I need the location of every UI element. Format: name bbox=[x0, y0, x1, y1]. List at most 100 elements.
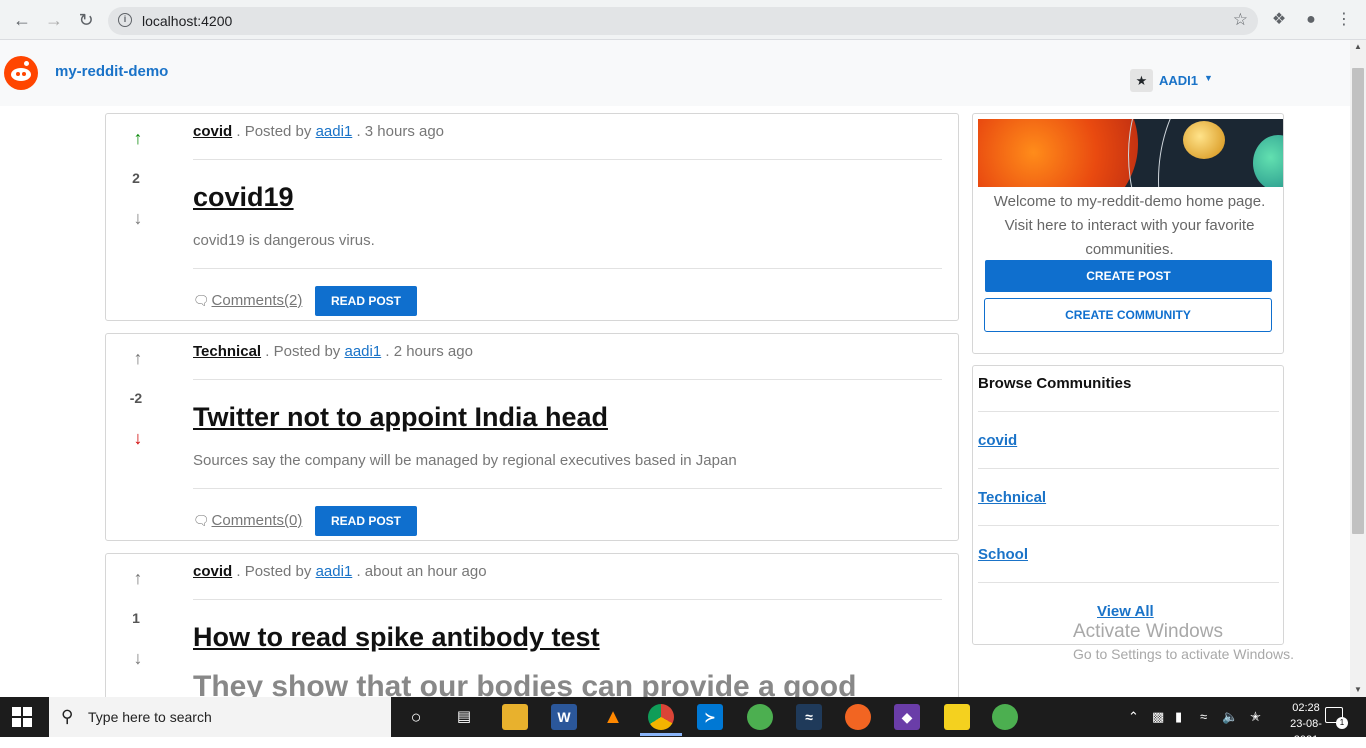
post-title[interactable]: How to read spike antibody test bbox=[193, 622, 600, 653]
vlc-icon[interactable]: ▲ bbox=[600, 704, 626, 730]
divider bbox=[193, 379, 942, 380]
chrome-icon[interactable] bbox=[648, 704, 674, 730]
downvote-icon[interactable]: ↓ bbox=[126, 648, 150, 668]
downvote-icon[interactable]: ↓ bbox=[126, 208, 150, 228]
divider bbox=[193, 159, 942, 160]
subreddit-link[interactable]: Technical bbox=[193, 343, 261, 360]
username[interactable]: AADI1 bbox=[1159, 73, 1198, 88]
volume-icon[interactable]: 🔈 bbox=[1222, 709, 1238, 725]
post-meta: covid . Posted by aadi1 . 3 hours ago bbox=[193, 123, 444, 140]
divider bbox=[193, 488, 942, 489]
divider bbox=[978, 582, 1279, 583]
taskbar-clock[interactable]: 02:28 23-08-2021 bbox=[1284, 700, 1328, 748]
brand-link[interactable]: my-reddit-demo bbox=[55, 63, 168, 80]
divider bbox=[978, 411, 1279, 412]
forward-icon[interactable]: → bbox=[42, 8, 66, 32]
comments-link[interactable]: 🗨 Comments(2) bbox=[193, 292, 302, 309]
posted-by-label: . Posted by bbox=[236, 123, 312, 140]
space-banner-image bbox=[978, 119, 1283, 187]
taskbar-search-placeholder[interactable]: Type here to search bbox=[88, 709, 212, 725]
vote-count: -2 bbox=[129, 390, 143, 406]
divider bbox=[193, 268, 942, 269]
vote-count: 1 bbox=[132, 610, 140, 626]
post-meta: Technical . Posted by aadi1 . 2 hours ag… bbox=[193, 343, 473, 360]
author-link[interactable]: aadi1 bbox=[316, 563, 353, 580]
browse-title: Browse Communities bbox=[978, 375, 1132, 392]
word-icon[interactable]: W bbox=[551, 704, 577, 730]
git-icon[interactable]: ◆ bbox=[894, 704, 920, 730]
activate-windows-watermark: Activate Windows Go to Settings to activ… bbox=[1073, 621, 1294, 662]
language-icon[interactable]: ✭ bbox=[1250, 709, 1261, 725]
page-scrollbar[interactable]: ▲ ▼ bbox=[1350, 40, 1366, 697]
profile-icon[interactable]: ● bbox=[1300, 9, 1322, 31]
app-header: my-reddit-demo ★ AADI1 ▼ bbox=[0, 40, 1350, 106]
welcome-card: Welcome to my-reddit-demo home page. Vis… bbox=[972, 113, 1284, 354]
post-time: . about an hour ago bbox=[356, 563, 487, 580]
tray-device-icon[interactable]: ▩ bbox=[1152, 709, 1164, 725]
mysql-workbench-icon[interactable]: ≈ bbox=[796, 704, 822, 730]
tray-chevron-up-icon[interactable]: ⌃ bbox=[1128, 709, 1139, 725]
downvote-icon[interactable]: ↓ bbox=[126, 428, 150, 448]
back-icon[interactable]: ← bbox=[10, 8, 34, 32]
scroll-up-icon[interactable]: ▲ bbox=[1350, 40, 1366, 54]
post-title[interactable]: Twitter not to appoint India head bbox=[193, 402, 608, 433]
community-link-technical[interactable]: Technical bbox=[978, 489, 1046, 506]
bookmark-star-icon[interactable]: ☆ bbox=[1233, 10, 1248, 30]
reload-icon[interactable]: ↻ bbox=[74, 8, 98, 32]
cortana-icon[interactable]: ○ bbox=[403, 704, 429, 730]
search-icon: ⚲ bbox=[61, 707, 74, 726]
comments-link[interactable]: 🗨 Comments(0) bbox=[193, 512, 302, 529]
read-post-button[interactable]: READ POST bbox=[315, 286, 417, 316]
read-post-button[interactable]: READ POST bbox=[315, 506, 417, 536]
upvote-icon[interactable]: ↑ bbox=[126, 568, 150, 588]
vscode-icon[interactable]: ≻ bbox=[697, 704, 723, 730]
notification-center-icon[interactable]: 1 bbox=[1325, 707, 1348, 729]
divider bbox=[193, 599, 942, 600]
taskbar-search[interactable]: ⚲ Type here to search bbox=[49, 697, 391, 737]
site-info-icon[interactable]: i bbox=[118, 13, 132, 27]
post-time: . 2 hours ago bbox=[385, 343, 473, 360]
subreddit-link[interactable]: covid bbox=[193, 563, 232, 580]
upvote-icon[interactable]: ↑ bbox=[126, 348, 150, 368]
postman-icon[interactable] bbox=[845, 704, 871, 730]
create-community-button[interactable]: CREATE COMMUNITY bbox=[984, 298, 1272, 332]
browser-menu-icon[interactable]: ⋮ bbox=[1333, 9, 1355, 31]
reddit-logo-icon[interactable] bbox=[4, 56, 38, 90]
windows-start-icon[interactable] bbox=[12, 707, 32, 727]
comments-icon: 🗨 bbox=[193, 513, 210, 528]
task-view-icon[interactable]: ▤ bbox=[451, 704, 477, 730]
upvote-icon[interactable]: ↑ bbox=[126, 128, 150, 148]
notification-count: 1 bbox=[1336, 717, 1348, 729]
divider bbox=[978, 468, 1279, 469]
post-title[interactable]: covid19 bbox=[193, 182, 294, 213]
battery-icon[interactable]: ▮ bbox=[1175, 709, 1182, 725]
community-link-covid[interactable]: covid bbox=[978, 432, 1017, 449]
address-url[interactable]: localhost:4200 bbox=[142, 13, 232, 29]
author-link[interactable]: aadi1 bbox=[344, 343, 381, 360]
sticky-notes-icon[interactable] bbox=[944, 704, 970, 730]
scroll-down-icon[interactable]: ▼ bbox=[1350, 683, 1366, 697]
welcome-text: Welcome to my-reddit-demo home page. Vis… bbox=[993, 193, 1266, 258]
author-link[interactable]: aadi1 bbox=[316, 123, 353, 140]
comments-label[interactable]: Comments(0) bbox=[212, 512, 303, 529]
comments-label[interactable]: Comments(2) bbox=[212, 292, 303, 309]
extensions-icon[interactable]: ❖ bbox=[1268, 9, 1290, 31]
divider bbox=[978, 525, 1279, 526]
chevron-down-icon[interactable]: ▼ bbox=[1204, 73, 1213, 83]
clock-date: 23-08-2021 bbox=[1290, 718, 1322, 746]
view-all-link[interactable]: View All bbox=[1097, 603, 1154, 620]
post-description: covid19 is dangerous virus. bbox=[193, 232, 375, 249]
address-bar[interactable]: i localhost:4200 ☆ bbox=[108, 7, 1258, 35]
post-meta: covid . Posted by aadi1 . about an hour … bbox=[193, 563, 487, 580]
clock-time: 02:28 bbox=[1292, 702, 1320, 714]
create-post-button[interactable]: CREATE POST bbox=[985, 260, 1272, 292]
avatar[interactable]: ★ bbox=[1130, 69, 1153, 92]
subreddit-link[interactable]: covid bbox=[193, 123, 232, 140]
spring-boot-icon[interactable] bbox=[992, 704, 1018, 730]
wifi-icon[interactable]: ≈ bbox=[1200, 709, 1207, 724]
scroll-thumb[interactable] bbox=[1352, 68, 1364, 534]
file-explorer-icon[interactable] bbox=[502, 704, 528, 730]
post-description: Sources say the company will be managed … bbox=[193, 452, 737, 469]
spring-tools-icon[interactable] bbox=[747, 704, 773, 730]
community-link-school[interactable]: School bbox=[978, 546, 1028, 563]
